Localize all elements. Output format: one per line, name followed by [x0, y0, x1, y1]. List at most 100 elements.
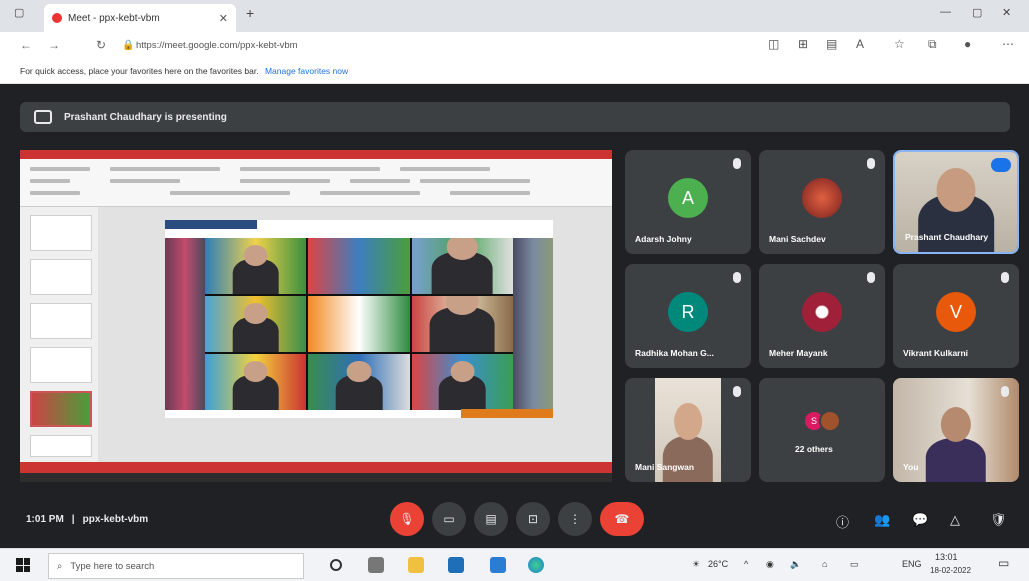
network-icon[interactable]: ◉ [766, 559, 774, 570]
language-indicator[interactable]: ENG [902, 559, 922, 569]
weather-icon[interactable]: ☀ [692, 559, 700, 570]
manage-favorites-link[interactable]: Manage favorites now [265, 66, 348, 76]
more-vert-icon: ⋮ [569, 512, 581, 526]
meeting-time: 1:01 PM [26, 514, 64, 525]
slide-thumbnail-selected[interactable] [30, 391, 92, 427]
participant-name: Prashant Chaudhary [905, 232, 989, 242]
reader-icon[interactable]: ▤ [826, 37, 837, 51]
cortana-icon[interactable] [330, 559, 342, 571]
taskbar-search-box[interactable]: ⌕ Type here to search [48, 553, 304, 579]
presenting-banner: Prashant Chaudhary is presenting [20, 102, 1010, 132]
mic-off-icon [1001, 386, 1009, 397]
windows-start-icon[interactable] [16, 558, 30, 572]
refresh-icon[interactable]: ↻ [96, 38, 106, 52]
participant-tile-presenter[interactable]: Prashant Chaudhary [893, 150, 1019, 254]
tab-title: Meet - ppx-kebt-vbm [68, 12, 160, 24]
slide-thumbnail[interactable] [30, 347, 92, 383]
lock-icon: 🔒 [122, 40, 135, 51]
window-menu-icon[interactable]: ▢ [14, 6, 24, 19]
notifications-icon[interactable]: ▭ [998, 556, 1009, 570]
ppt-ribbon [20, 159, 612, 207]
more-menu-icon[interactable]: ⋯ [1002, 37, 1014, 51]
file-explorer-icon[interactable] [408, 557, 424, 573]
maximize-icon[interactable]: ▢ [972, 6, 982, 19]
avatar [802, 178, 842, 218]
mic-off-icon [733, 386, 741, 397]
present-screen-icon [34, 110, 52, 124]
search-icon: ⌕ [57, 560, 63, 572]
battery-icon[interactable]: ▭ [850, 559, 859, 570]
participant-name: Vikrant Kulkarni [903, 348, 969, 358]
leave-call-button[interactable]: ☎ [600, 502, 644, 536]
slide-thumbnail[interactable] [30, 303, 92, 339]
mic-off-icon [1001, 272, 1009, 283]
slide-thumbnail[interactable] [30, 215, 92, 251]
participant-tile[interactable]: A Adarsh Johny [625, 150, 751, 254]
avatar: R [668, 292, 708, 332]
others-avatars: S [803, 410, 841, 432]
participant-tile[interactable]: V Vikrant Kulkarni [893, 264, 1019, 368]
outlook-icon[interactable] [490, 557, 506, 573]
close-window-icon[interactable]: ✕ [1002, 6, 1011, 19]
participant-name: You [903, 462, 919, 472]
shared-screen[interactable] [20, 150, 612, 482]
task-view-icon[interactable] [368, 557, 384, 573]
meet-area: Prashant Chaudhary is presenting A Adars… [0, 84, 1029, 548]
volume-icon[interactable]: 🔈 [790, 559, 801, 570]
others-count: 22 others [795, 444, 833, 454]
close-tab-icon[interactable]: ✕ [219, 12, 228, 25]
more-options-button[interactable]: ⋮ [558, 502, 592, 536]
participant-name: Radhika Mohan G... [635, 348, 714, 358]
minimize-icon[interactable]: — [940, 6, 951, 18]
mic-toggle-button[interactable]: 🎙 [390, 502, 424, 536]
participant-tile[interactable]: Meher Mayank [759, 264, 885, 368]
ppt-taskbar [20, 473, 612, 482]
captions-icon: ▤ [485, 512, 497, 526]
read-aloud-icon[interactable]: A [856, 37, 864, 51]
favorites-star-icon[interactable]: ☆ [894, 37, 905, 51]
browser-tab[interactable]: Meet - ppx-kebt-vbm ✕ [44, 4, 236, 32]
search-placeholder: Type here to search [70, 560, 155, 572]
participant-tile-self[interactable]: You [893, 378, 1019, 482]
slide-header-bar [165, 220, 257, 229]
weather-temp: 26°C [708, 559, 729, 569]
wifi-icon[interactable]: ⌂ [822, 559, 827, 569]
windows-taskbar: ⌕ Type here to search ☀ 26°C ^ ◉ 🔈 ⌂ ▭ E… [0, 548, 1029, 581]
captions-button[interactable]: ▤ [474, 502, 508, 536]
participant-tile[interactable]: Mani Sachdev [759, 150, 885, 254]
new-tab-icon[interactable]: + [246, 5, 254, 21]
collections-icon[interactable]: ⧉ [928, 37, 937, 52]
clock-date[interactable]: 18-02-2022 [930, 566, 971, 575]
edge-icon[interactable] [528, 557, 544, 573]
participant-name: Adarsh Johny [635, 234, 692, 244]
activities-icon[interactable]: △ [950, 512, 960, 528]
host-controls-icon[interactable]: 🛡 [990, 512, 1007, 528]
ppt-title-bar [20, 150, 612, 159]
tray-chevron-icon[interactable]: ^ [744, 559, 748, 569]
slide-thumbnail[interactable] [30, 435, 92, 457]
present-button[interactable]: ⊡ [516, 502, 550, 536]
mic-off-icon: 🎙 [399, 512, 415, 526]
clock-time[interactable]: 13:01 [935, 552, 958, 562]
people-icon[interactable]: 👥 [874, 512, 890, 528]
avatar: A [668, 178, 708, 218]
participant-tile-others[interactable]: S 22 others [759, 378, 885, 482]
current-slide [165, 220, 553, 418]
more-options-icon[interactable] [991, 158, 1011, 172]
participant-tile[interactable]: Mani Sangwan [625, 378, 751, 482]
forward-icon[interactable]: → [48, 38, 60, 52]
meet-favicon-icon [52, 13, 62, 23]
profile-icon[interactable]: ● [964, 37, 971, 51]
info-icon[interactable]: ⓘ [836, 512, 849, 531]
back-icon[interactable]: ← [20, 38, 32, 52]
slide-footer-bar [461, 409, 553, 418]
camera-toggle-button[interactable]: ▭ [432, 502, 466, 536]
camera-blocked-icon[interactable]: ◫ [768, 37, 779, 51]
url-field[interactable]: https://meet.google.com/ppx-kebt-vbm [136, 36, 756, 56]
participant-tile[interactable]: R Radhika Mohan G... [625, 264, 751, 368]
store-icon[interactable] [448, 557, 464, 573]
apps-icon[interactable]: ⊞ [798, 37, 808, 51]
slide-thumbnail[interactable] [30, 259, 92, 295]
favorites-bar: For quick access, place your favorites h… [0, 60, 1029, 84]
chat-icon[interactable]: 💬 [912, 512, 928, 528]
